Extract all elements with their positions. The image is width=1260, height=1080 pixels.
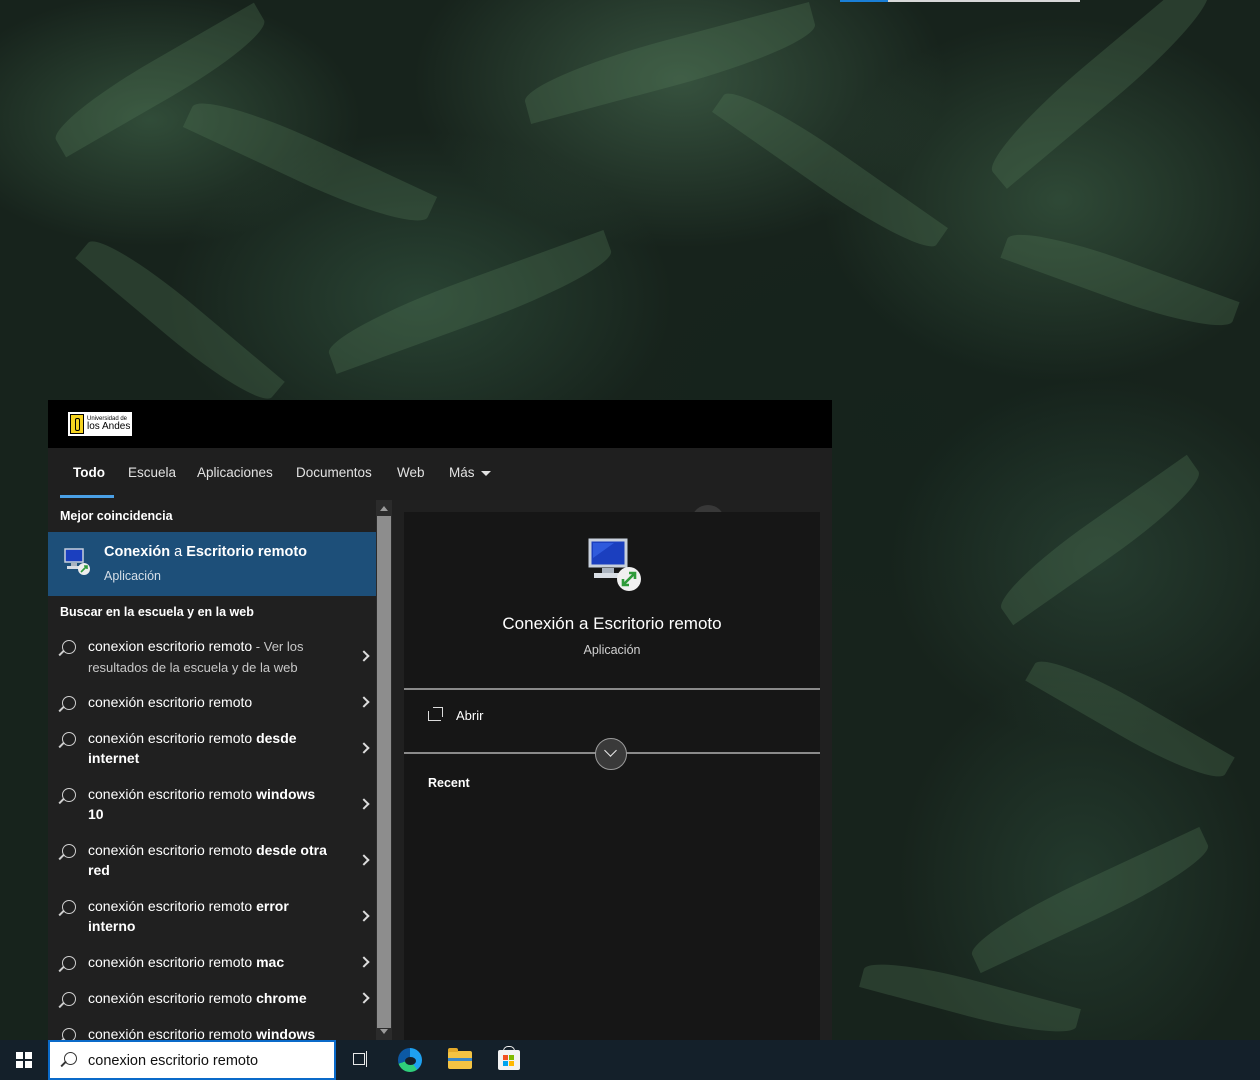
search-icon	[62, 992, 76, 1006]
preview-pane: Conexión a Escritorio remoto Aplicación …	[404, 512, 820, 1040]
web-suggestion[interactable]: conexión escritorio remoto desde otra re…	[48, 840, 376, 884]
suggestion-text: conexión escritorio remoto desde otra re…	[88, 842, 327, 878]
best-match-item[interactable]: Conexión a Escritorio remoto Aplicación	[48, 532, 376, 596]
chevron-right-icon	[358, 650, 370, 662]
search-icon	[62, 732, 76, 746]
suggestion-text: conexión escritorio remoto	[88, 694, 253, 710]
suggestion-text: conexión escritorio remoto windows 10	[88, 786, 316, 822]
caret-down-icon	[480, 470, 491, 476]
file-explorer-button[interactable]	[436, 1040, 484, 1080]
tab-mas[interactable]: Más	[449, 448, 491, 500]
search-icon	[62, 844, 76, 858]
chevron-right-icon	[358, 910, 370, 922]
window-edge-strip	[840, 0, 1080, 2]
edge-icon	[398, 1048, 422, 1072]
chevron-right-icon	[358, 742, 370, 754]
recent-heading: Recent	[428, 776, 470, 790]
search-icon	[62, 900, 76, 914]
best-match-title: Conexión a Escritorio remoto	[104, 544, 308, 560]
task-view-button[interactable]	[336, 1040, 384, 1080]
web-suggestion[interactable]: conexión escritorio remoto windows	[48, 1024, 376, 1040]
windows-start-icon	[16, 1052, 32, 1068]
scroll-down-icon[interactable]	[380, 1029, 388, 1034]
search-icon	[62, 696, 76, 710]
chevron-right-icon	[358, 992, 370, 1004]
taskbar-search-box[interactable]	[48, 1040, 336, 1080]
university-logo: Universidad de los Andes	[68, 412, 132, 436]
suggestion-text: conexión escritorio remoto chrome	[88, 990, 307, 1006]
web-suggestion[interactable]: conexión escritorio remoto mac	[48, 952, 376, 976]
task-view-icon	[353, 1051, 367, 1067]
logo-line-2: los Andes	[87, 421, 131, 432]
store-icon	[498, 1046, 520, 1070]
search-icon	[62, 640, 76, 654]
chevron-right-icon	[358, 854, 370, 866]
search-panel: Universidad de los Andes Todo Escuela Ap…	[48, 400, 832, 1040]
web-suggestion[interactable]: conexión escritorio remoto error interno	[48, 896, 376, 940]
chevron-down-icon[interactable]	[595, 738, 627, 770]
web-suggestion[interactable]: conexión escritorio remoto chrome	[48, 988, 376, 1012]
panel-header: Universidad de los Andes	[48, 400, 832, 448]
results-list: Mejor coincidencia Conexión a Escritorio…	[48, 500, 376, 1040]
shield-icon	[70, 414, 84, 434]
tab-mas-label: Más	[449, 465, 475, 480]
web-suggestion[interactable]: conexión escritorio remoto windows 10	[48, 784, 376, 828]
logo-text: Universidad de los Andes	[87, 416, 130, 432]
search-icon	[64, 1052, 77, 1065]
suggestion-text: conexion escritorio remoto - Ver los res…	[88, 638, 304, 675]
preview-title: Conexión a Escritorio remoto	[502, 614, 722, 633]
tab-todo[interactable]: Todo	[73, 448, 105, 500]
search-icon	[62, 956, 76, 970]
web-suggestion[interactable]: conexión escritorio remoto desde interne…	[48, 728, 376, 772]
tab-aplicaciones[interactable]: Aplicaciones	[197, 448, 273, 500]
scroll-up-icon[interactable]	[380, 506, 388, 511]
tab-escuela[interactable]: Escuela	[128, 448, 176, 500]
web-suggestion[interactable]: conexion escritorio remoto - Ver los res…	[48, 636, 376, 684]
chevron-right-icon	[358, 798, 370, 810]
scroll-thumb[interactable]	[377, 516, 391, 1028]
best-match-heading: Mejor coincidencia	[60, 509, 173, 523]
web-search-heading: Buscar en la escuela y en la web	[60, 605, 254, 619]
suggestion-text: conexión escritorio remoto mac	[88, 954, 285, 970]
edge-button[interactable]	[386, 1040, 434, 1080]
search-input[interactable]	[88, 1050, 328, 1072]
tab-documentos[interactable]: Documentos	[296, 448, 372, 500]
remote-desktop-icon	[588, 538, 641, 591]
remote-desktop-icon	[64, 548, 90, 575]
store-button[interactable]	[485, 1040, 533, 1080]
search-icon	[62, 788, 76, 802]
search-tabs: Todo Escuela Aplicaciones Documentos Web…	[48, 448, 832, 539]
results-scrollbar[interactable]	[376, 500, 392, 1040]
active-tab-indicator	[60, 495, 114, 498]
taskbar	[0, 1040, 1260, 1080]
open-label: Abrir	[456, 708, 484, 723]
suggestion-text: conexión escritorio remoto windows	[88, 1026, 316, 1040]
search-icon	[62, 1028, 76, 1040]
best-match-subtitle: Aplicación	[104, 569, 161, 583]
file-explorer-icon	[448, 1048, 472, 1069]
chevron-right-icon	[358, 956, 370, 968]
chevron-right-icon	[358, 696, 370, 708]
suggestion-text: conexión escritorio remoto desde interne…	[88, 730, 297, 766]
web-suggestion[interactable]: conexión escritorio remoto	[48, 692, 376, 716]
suggestion-text: conexión escritorio remoto error interno	[88, 898, 289, 934]
tab-web[interactable]: Web	[397, 448, 425, 500]
divider	[404, 688, 820, 690]
open-icon	[428, 707, 443, 721]
preview-subtitle: Aplicación	[583, 643, 641, 657]
start-button[interactable]	[0, 1040, 48, 1080]
